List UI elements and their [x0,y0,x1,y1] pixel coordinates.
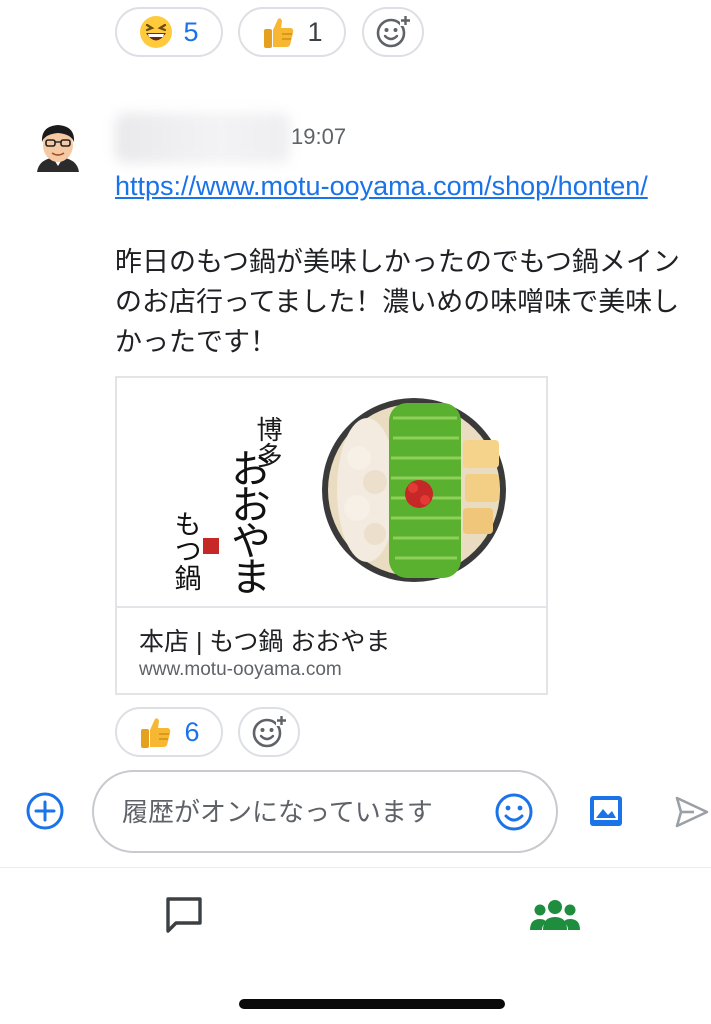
send-icon [675,796,709,828]
reaction-count: 6 [184,716,200,747]
chat-bubble-icon [166,897,202,933]
add-attachment-button[interactable] [25,791,65,836]
send-button[interactable] [674,794,710,835]
smiley-icon [495,793,533,831]
message-composer[interactable] [92,770,558,853]
preview-domain: www.motu-ooyama.com [139,659,342,680]
reaction-count: 5 [183,16,199,47]
message-time: 19:07 [291,124,347,149]
image-icon [590,796,622,826]
add-reaction-icon [252,715,287,748]
bottom-nav-divider [0,867,711,868]
reaction-chip-laugh[interactable]: 5 [115,7,223,57]
link-preview-card[interactable]: 博多 おおやま もつ鍋 本店 | もつ鍋 おおやま www.motu-ooyam… [115,376,548,695]
reaction-chip-thumbs-up[interactable]: 1 [238,7,346,57]
image-button[interactable] [588,793,624,834]
emoji-button[interactable] [494,792,534,837]
nav-tab-chat[interactable] [163,894,205,941]
avatar-illustration-icon [37,125,79,172]
people-group-icon [530,900,580,930]
home-indicator[interactable] [239,999,505,1009]
avatar[interactable] [33,120,83,172]
preview-image: 博多 おおやま もつ鍋 [117,378,546,608]
motsunabe-logo-image: 博多 おおやま もつ鍋 [170,398,506,593]
message-link[interactable]: https://www.motu-ooyama.com/shop/honten/ [115,166,655,206]
add-reaction-icon [376,15,411,48]
thumbs-up-icon [141,718,171,748]
logo-ooyama-text: おおやま [224,448,270,593]
reaction-count: 1 [307,16,323,47]
message-input[interactable] [120,796,484,829]
add-reaction-button-2[interactable] [238,707,300,757]
grinning-squinting-face-icon [140,16,173,48]
preview-title: 本店 | もつ鍋 おおやま [139,628,391,656]
add-reaction-button[interactable] [362,7,424,57]
nav-tab-rooms[interactable] [530,898,580,937]
sender-name-redacted [115,113,290,163]
message-text: 昨日のもつ鍋が美味しかったのでもつ鍋メインのお店行ってました！濃いめの味噌味で美… [115,247,680,357]
plus-circle-icon [26,792,64,830]
logo-seal-icon [203,538,219,554]
logo-motsunabe-text: もつ鍋 [170,510,202,591]
thumbs-up-icon [264,18,294,48]
reaction-chip-thumbs-up-2[interactable]: 6 [115,707,223,757]
